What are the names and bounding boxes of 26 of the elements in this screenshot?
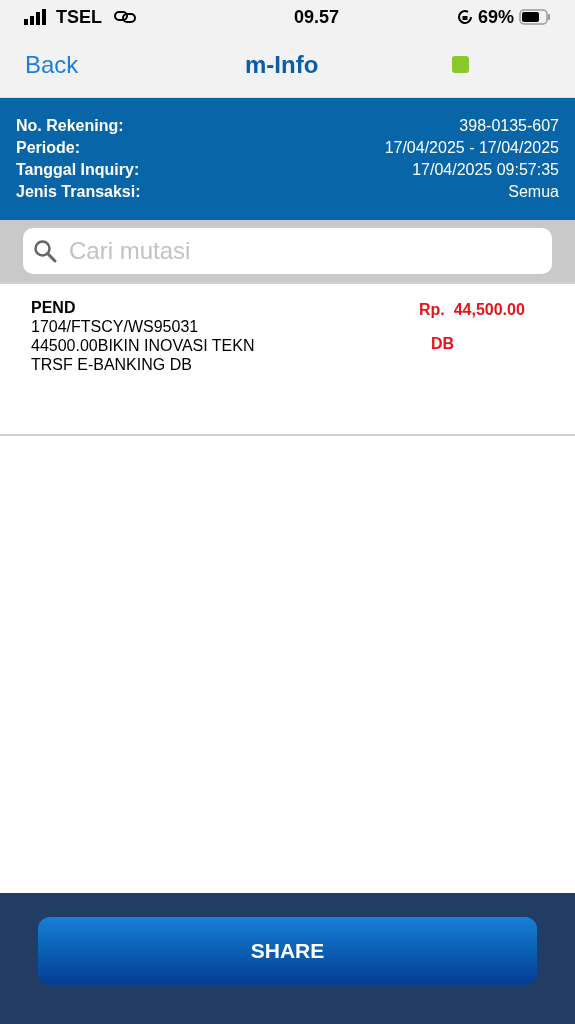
info-value: Semua xyxy=(508,182,559,202)
share-button[interactable]: SHARE xyxy=(38,917,537,985)
transaction-detail: 44500.00BIKIN INOVASI TEKN xyxy=(31,336,255,355)
info-value: 398-0135-607 xyxy=(459,116,559,136)
screen-title: m-Info xyxy=(245,49,319,80)
search-field[interactable]: Cari mutasi xyxy=(23,228,552,274)
info-value: 17/04/2025 09:57:35 xyxy=(412,160,559,180)
rotation-lock-icon xyxy=(456,9,473,25)
info-value: 17/04/2025 - 17/04/2025 xyxy=(384,138,559,158)
info-label: Jenis Transaksi: xyxy=(16,182,141,202)
info-label: Periode: xyxy=(16,138,80,158)
transaction-status: PEND xyxy=(31,298,77,317)
status-square-icon xyxy=(452,56,469,73)
transaction-row[interactable]: PEND 1704/FTSCY/WS95031 44500.00BIKIN INOVASI TEKN TRSF E-BANKING DB Rp. 44,500.00 DB xyxy=(0,282,575,436)
transaction-detail: TRSF E-BANKING DB xyxy=(31,355,193,374)
transaction-type: DB xyxy=(431,334,456,354)
transaction-detail: 1704/FTSCY/WS95031 xyxy=(31,317,200,336)
clock-time: 09.57 xyxy=(293,5,339,29)
battery-icon xyxy=(519,9,551,25)
info-label: No. Rekening: xyxy=(16,116,124,136)
carrier-name: TSEL xyxy=(56,5,102,29)
link-icon xyxy=(114,11,136,23)
battery-percent: 69% xyxy=(477,5,514,29)
back-button[interactable]: Back xyxy=(25,46,79,83)
transaction-amount: Rp. 44,500.00 xyxy=(419,300,526,320)
info-label: Tanggal Inquiry: xyxy=(16,160,140,180)
